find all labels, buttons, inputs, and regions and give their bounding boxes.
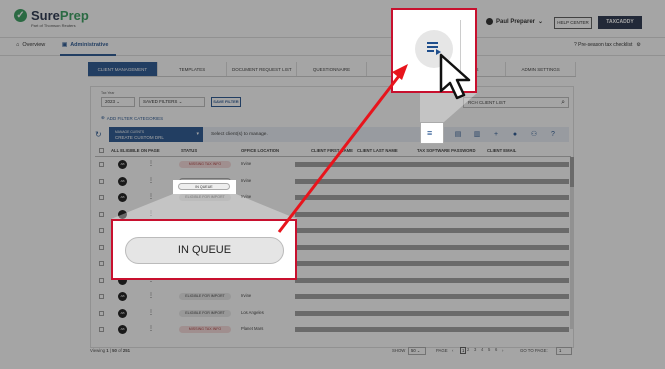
mouse-cursor-icon <box>439 53 471 100</box>
in-queue-pill-zoomed: IN QUEUE <box>125 237 284 264</box>
in-queue-highlight: IN QUEUE <box>173 180 236 194</box>
queue-list-icon[interactable]: ≡ <box>427 128 432 138</box>
zoom-cone <box>111 93 477 219</box>
callout-inset: IN QUEUE <box>111 219 297 280</box>
queue-icon-highlight: ≡ <box>420 122 444 144</box>
status-pill: IN QUEUE <box>178 183 230 190</box>
